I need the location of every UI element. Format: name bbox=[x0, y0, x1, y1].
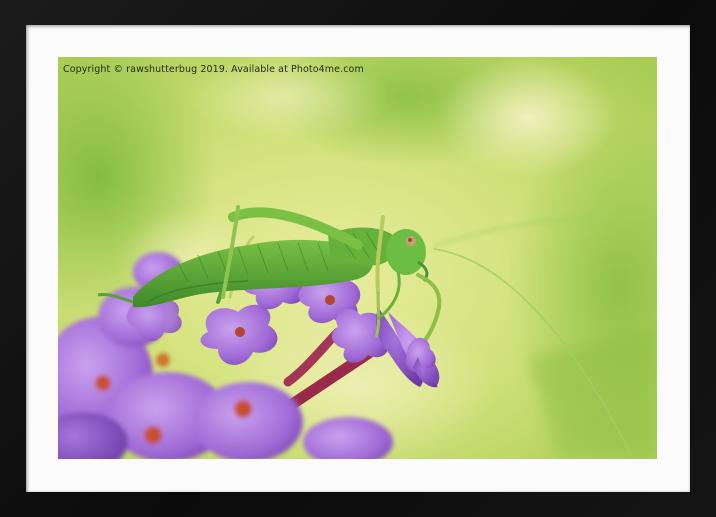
picture-frame: Copyright © rawshutterbug 2019. Availabl… bbox=[0, 0, 716, 517]
copyright-watermark: Copyright © rawshutterbug 2019. Availabl… bbox=[63, 64, 364, 75]
photo-scene bbox=[58, 57, 657, 459]
photo bbox=[58, 57, 657, 459]
